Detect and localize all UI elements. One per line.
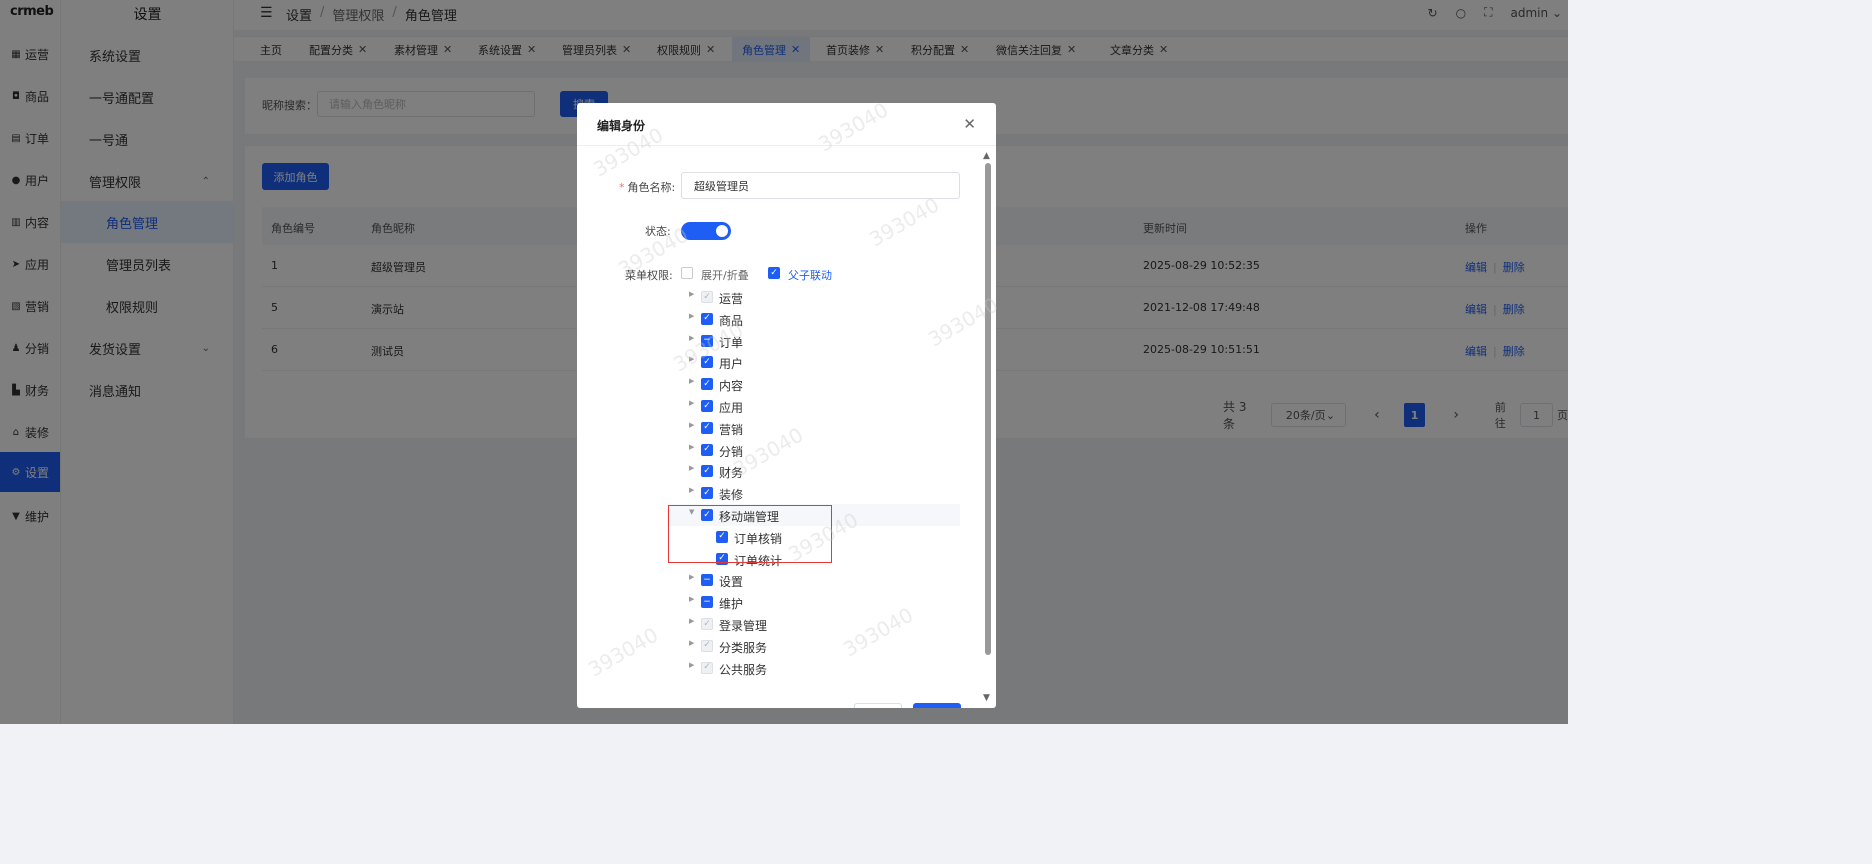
tree-node-label: 维护 — [719, 597, 744, 612]
tree-node-checkbox[interactable]: ✓ — [701, 421, 713, 434]
tree-node-checkbox[interactable]: ✓ — [701, 661, 713, 674]
tree-node-label: 财务 — [719, 466, 744, 481]
tree-node-label: 运营 — [719, 292, 744, 306]
caret-right-icon[interactable]: ▶ — [689, 290, 694, 298]
tree-node-label: 订单核销 — [734, 531, 783, 546]
caret-right-icon[interactable]: ▶ — [689, 661, 694, 669]
tree-node[interactable]: ▶ ✓ 运营 — [667, 286, 960, 308]
tree-node-checkbox[interactable]: ✓ — [701, 487, 713, 500]
tree-node-label: 装修 — [719, 488, 744, 503]
tree-node-checkbox[interactable]: ✓ — [701, 291, 713, 303]
caret-right-icon[interactable]: ▶ — [689, 312, 694, 320]
caret-right-icon[interactable]: ▶ — [689, 355, 694, 363]
tree-node[interactable]: ▶ ✓ 商品 — [667, 308, 960, 330]
caret-right-icon[interactable]: ▶ — [689, 377, 694, 385]
tree-node-checkbox[interactable]: ✓ — [701, 400, 713, 412]
tree-node-label: 移动端管理 — [719, 510, 780, 524]
tree-node-checkbox[interactable]: ✓ — [716, 552, 728, 565]
tree-node[interactable]: ▶ ✓ 内容 — [667, 373, 960, 395]
caret-right-icon[interactable]: ▶ — [689, 399, 694, 407]
tree-node-checkbox[interactable]: − — [701, 334, 713, 347]
tree-node-checkbox[interactable]: ✓ — [701, 509, 713, 521]
tree-node-label: 订单统计 — [734, 553, 783, 568]
tree-node[interactable]: ▶ ✓ 用户 — [667, 351, 960, 373]
caret-right-icon[interactable]: ▶ — [689, 421, 694, 429]
tree-node[interactable]: ▶ ✓ 营销 — [667, 417, 960, 439]
status-switch[interactable] — [681, 222, 731, 240]
tree-node[interactable]: ▶ − 设置 — [667, 569, 960, 591]
menu-permission-label: 菜单权限: — [625, 269, 673, 282]
tree-node-label: 设置 — [719, 575, 744, 590]
tree-node-checkbox[interactable]: ✓ — [701, 356, 713, 369]
tree-node[interactable]: ▼ ✓ 移动端管理 — [667, 504, 960, 526]
status-label: 状态: — [645, 225, 671, 238]
tree-node[interactable]: ▶ ✓ 财务 — [667, 460, 960, 482]
tree-node-label: 登录管理 — [719, 619, 768, 633]
edit-role-dialog: 编辑身份 ✕ * 角色名称: 超级管理员 状态: 菜单权限: 展开/折叠 ✓ 父子… — [577, 103, 996, 708]
tree-node-label: 商品 — [719, 313, 744, 328]
tree-node-label: 订单 — [719, 335, 744, 350]
caret-right-icon[interactable]: ▶ — [689, 595, 694, 603]
caret-right-icon[interactable]: ▶ — [689, 617, 694, 625]
dialog-scrollbar[interactable] — [985, 163, 991, 655]
tree-node-label: 分销 — [719, 444, 744, 459]
tree-node-checkbox[interactable]: ✓ — [701, 378, 713, 391]
tree-node[interactable]: ✓ 订单统计 — [667, 548, 960, 570]
caret-right-icon[interactable]: ▶ — [689, 443, 694, 451]
tree-node-label: 营销 — [719, 422, 744, 437]
parent-child-linkage-label: 父子联动 — [788, 269, 832, 282]
role-name-label-text: 角色名称: — [627, 181, 676, 194]
tree-node-label: 公共服务 — [719, 662, 768, 677]
tree-node-label: 用户 — [719, 357, 744, 372]
tree-node[interactable]: ▶ ✓ 公共服务 — [667, 657, 960, 679]
tree-node-checkbox[interactable]: − — [701, 574, 713, 587]
tree-node-label: 内容 — [719, 379, 744, 394]
tree-node[interactable]: ✓ 订单核销 — [667, 526, 960, 548]
tree-node-checkbox[interactable]: − — [701, 596, 713, 609]
caret-right-icon[interactable]: ▶ — [689, 573, 694, 581]
expand-collapse-label: 展开/折叠 — [701, 269, 749, 282]
caret-right-icon[interactable]: ▶ — [689, 334, 694, 342]
scroll-down-icon[interactable]: ▼ — [983, 693, 990, 703]
cancel-button[interactable] — [854, 703, 902, 708]
role-name-input[interactable]: 超级管理员 — [681, 172, 960, 199]
tree-node[interactable]: ▶ − 维护 — [667, 591, 960, 613]
caret-right-icon[interactable]: ▶ — [689, 464, 694, 472]
parent-child-linkage-checkbox[interactable]: ✓ — [768, 267, 780, 279]
tree-node-label: 分类服务 — [719, 640, 768, 655]
tree-node[interactable]: ▶ − 订单 — [667, 330, 960, 352]
dialog-title: 编辑身份 — [597, 119, 646, 133]
tree-node-checkbox[interactable]: ✓ — [701, 618, 713, 630]
scroll-up-icon[interactable]: ▲ — [983, 151, 990, 161]
dialog-divider — [577, 145, 996, 146]
tree-node-checkbox[interactable]: ✓ — [701, 443, 713, 456]
caret-down-icon[interactable]: ▼ — [689, 508, 694, 516]
expand-collapse-checkbox[interactable] — [681, 267, 693, 279]
tree-node[interactable]: ▶ ✓ 装修 — [667, 482, 960, 504]
role-name-label: * 角色名称: — [619, 181, 676, 194]
tree-node[interactable]: ▶ ✓ 登录管理 — [667, 613, 960, 635]
tree-node-checkbox[interactable]: ✓ — [716, 530, 728, 543]
tree-node[interactable]: ▶ ✓ 分销 — [667, 439, 960, 461]
caret-right-icon[interactable]: ▶ — [689, 486, 694, 494]
caret-right-icon[interactable]: ▶ — [689, 639, 694, 647]
tree-node[interactable]: ▶ ✓ 分类服务 — [667, 635, 960, 657]
tree-node-checkbox[interactable]: ✓ — [701, 312, 713, 325]
tree-node-checkbox[interactable]: ✓ — [701, 639, 713, 652]
tree-node-label: 应用 — [719, 401, 744, 415]
confirm-button[interactable] — [913, 703, 961, 708]
tree-node-checkbox[interactable]: ✓ — [701, 465, 713, 478]
tree-node[interactable]: ▶ ✓ 应用 — [667, 395, 960, 417]
close-icon[interactable]: ✕ — [963, 115, 976, 133]
